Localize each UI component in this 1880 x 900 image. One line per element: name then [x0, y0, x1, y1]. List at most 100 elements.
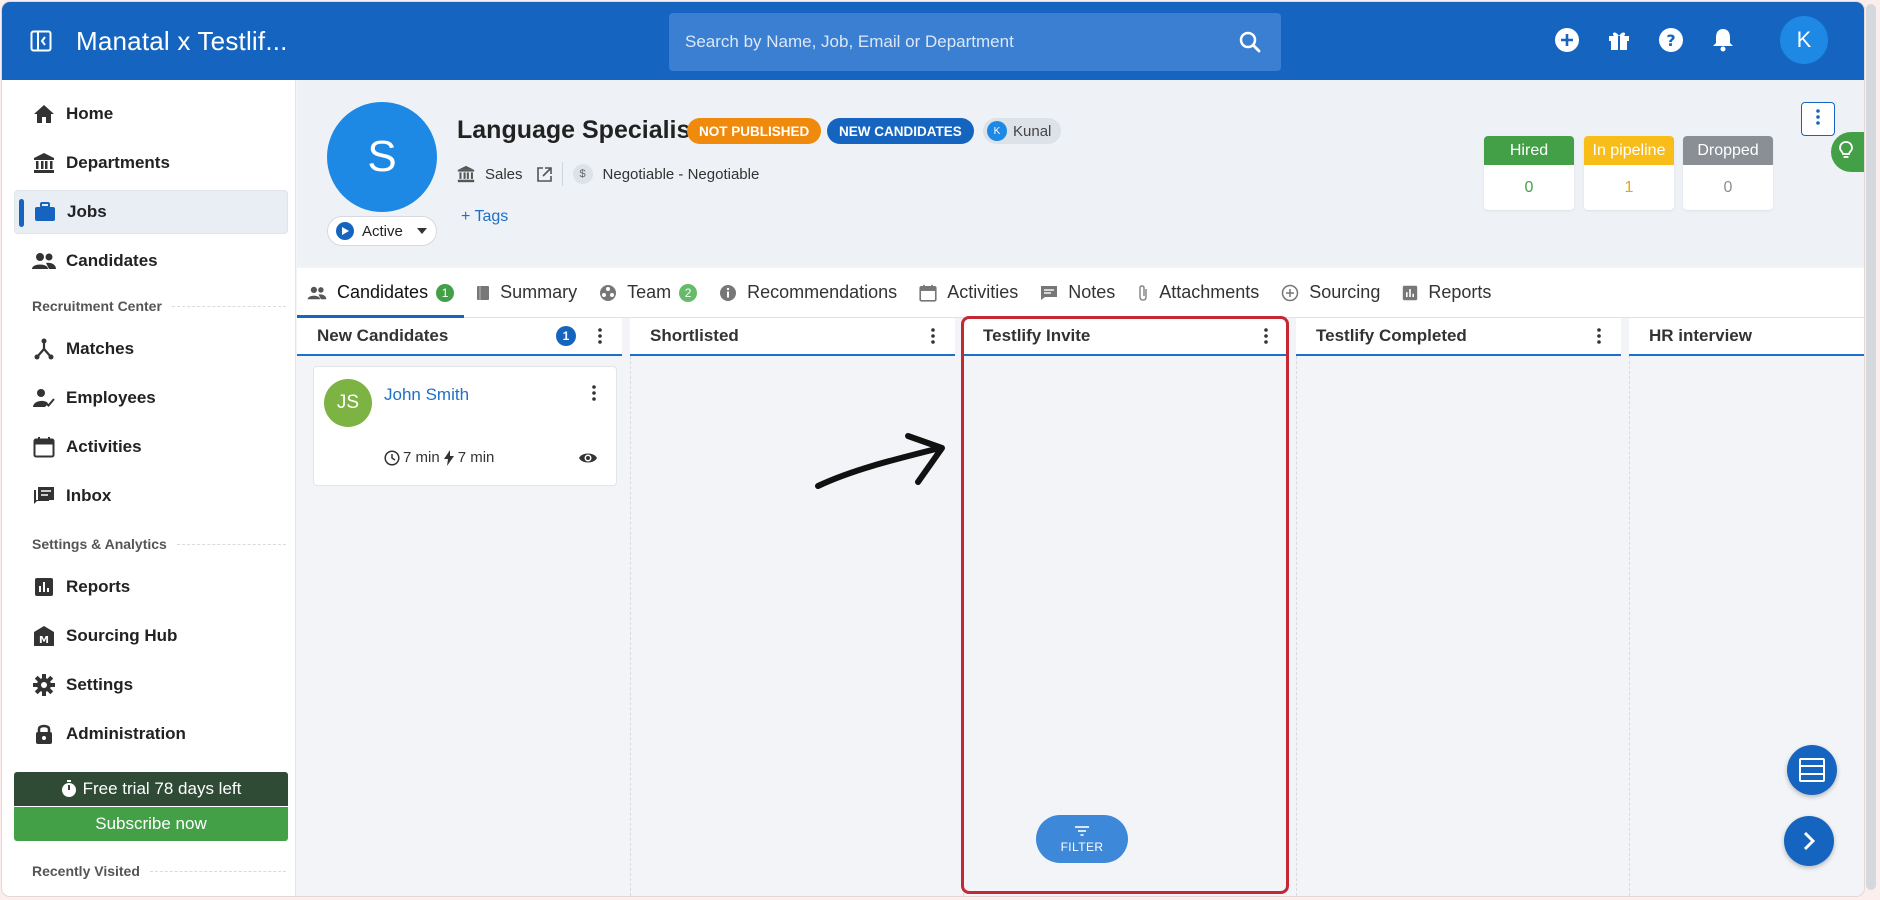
more-vert-icon[interactable]: [925, 328, 941, 344]
app-window: Manatal x Testlif... ? K: [2, 2, 1864, 896]
job-owner-chip[interactable]: K Kunal: [983, 118, 1062, 144]
tab-label: Sourcing: [1309, 282, 1381, 302]
sidebar-item-jobs[interactable]: Jobs: [14, 190, 288, 234]
more-vert-icon[interactable]: [1258, 328, 1274, 344]
next-button[interactable]: [1784, 816, 1834, 866]
home-icon: [32, 102, 56, 126]
caret-down-icon: [416, 228, 427, 234]
tab-reports[interactable]: Reports: [1392, 268, 1501, 318]
section-recruitment-center: Recruitment Center: [32, 298, 286, 314]
brand: Manatal x Testlif...: [26, 26, 288, 57]
job-options-button[interactable]: [1801, 102, 1835, 136]
column-hr-interview: HR interview: [1629, 318, 1864, 896]
stat-in-pipeline[interactable]: In pipeline 1: [1584, 136, 1674, 210]
job-tabs: Candidates 1 Summary Team 2 Recommendati…: [297, 268, 1864, 318]
column-header[interactable]: Shortlisted: [630, 318, 955, 356]
job-status-select[interactable]: Active: [327, 216, 437, 246]
lightbulb-button[interactable]: [1831, 132, 1864, 172]
column-header[interactable]: New Candidates 1: [297, 318, 622, 356]
filter-icon: [1074, 825, 1090, 837]
add-circle-icon[interactable]: [1552, 25, 1582, 55]
add-tags-button[interactable]: + Tags: [461, 208, 508, 226]
stat-value: 0: [1524, 178, 1534, 196]
sidebar-item-inbox[interactable]: Inbox: [14, 474, 288, 518]
section-settings-analytics: Settings & Analytics: [32, 536, 286, 552]
sidebar-item-home[interactable]: Home: [14, 92, 288, 136]
sidebar-item-administration[interactable]: Administration: [14, 712, 288, 756]
section-label-text: Recruitment Center: [32, 298, 162, 314]
subscribe-button[interactable]: Subscribe now: [14, 807, 288, 841]
job-title: Language Specialist: [457, 116, 699, 144]
tab-candidates[interactable]: Candidates 1: [297, 268, 465, 318]
column-header[interactable]: Testlify Invite: [963, 318, 1288, 356]
sidebar-item-candidates[interactable]: Candidates: [14, 239, 288, 283]
candidate-card[interactable]: JS John Smith 7 min 7 min: [313, 366, 617, 486]
gift-icon[interactable]: [1604, 25, 1634, 55]
search-icon[interactable]: [1235, 27, 1265, 57]
external-link-icon[interactable]: [536, 166, 552, 182]
tab-label: Team: [627, 282, 672, 302]
column-new-candidates: New Candidates 1 JS John Smith 7 min 7 m…: [297, 318, 622, 896]
eye-icon[interactable]: [578, 451, 598, 470]
search-input[interactable]: [685, 32, 1235, 52]
job-status-value: Active: [362, 222, 403, 240]
more-vert-icon: [1816, 108, 1820, 130]
app-title[interactable]: Manatal x Testlif...: [76, 26, 288, 57]
filter-button[interactable]: FILTER: [1036, 815, 1128, 863]
tab-label: Activities: [947, 282, 1019, 302]
sidebar-item-matches[interactable]: Matches: [14, 327, 288, 371]
sidebar-item-label: Matches: [66, 339, 135, 358]
column-count: 1: [556, 326, 576, 346]
tab-count: 2: [679, 283, 698, 302]
plus-circle-icon: [1281, 284, 1299, 302]
chevron-right-icon: [1802, 831, 1816, 851]
column-title: New Candidates: [317, 326, 449, 345]
team-icon: [599, 284, 617, 302]
not-published-badge[interactable]: NOT PUBLISHED: [687, 118, 822, 144]
job-header: S Active Language Specialist NOT PUBLISH…: [297, 80, 1864, 266]
window-scrollbar[interactable]: [1866, 4, 1876, 890]
tab-attachments[interactable]: Attachments: [1127, 268, 1269, 318]
candidate-name[interactable]: John Smith: [384, 385, 469, 405]
user-avatar[interactable]: K: [1780, 16, 1828, 64]
column-header[interactable]: Testlify Completed: [1296, 318, 1621, 356]
more-vert-icon[interactable]: [1591, 328, 1607, 344]
more-vert-icon[interactable]: [592, 385, 596, 406]
sidebar-item-activities[interactable]: Activities: [14, 425, 288, 469]
job-department[interactable]: Sales: [485, 166, 523, 183]
tab-label: Notes: [1068, 282, 1116, 302]
help-icon[interactable]: ?: [1656, 25, 1686, 55]
column-header[interactable]: HR interview: [1629, 318, 1864, 356]
sidebar-item-departments[interactable]: Departments: [14, 141, 288, 185]
tab-sourcing[interactable]: Sourcing: [1271, 268, 1390, 318]
employee-icon: [32, 386, 56, 410]
svg-text:?: ?: [1666, 31, 1675, 50]
column-title: Shortlisted: [650, 326, 739, 345]
sidebar-item-employees[interactable]: Employees: [14, 376, 288, 420]
svg-text:M: M: [39, 635, 49, 646]
people-icon: [307, 286, 327, 300]
more-vert-icon[interactable]: [592, 328, 608, 344]
section-recently-visited: Recently Visited: [32, 863, 286, 879]
stat-dropped[interactable]: Dropped 0: [1683, 136, 1773, 210]
sidebar-item-settings[interactable]: Settings: [14, 663, 288, 707]
inbox-icon: [32, 484, 56, 508]
bell-icon[interactable]: [1708, 25, 1738, 55]
sidebar-item-label: Reports: [66, 577, 131, 596]
tab-summary[interactable]: Summary: [466, 268, 587, 318]
stat-hired[interactable]: Hired 0: [1484, 136, 1574, 210]
tab-activities[interactable]: Activities: [909, 268, 1028, 318]
sidebar-item-reports[interactable]: Reports: [14, 565, 288, 609]
sidebar-item-sourcing-hub[interactable]: M Sourcing Hub: [14, 614, 288, 658]
new-candidates-badge[interactable]: NEW CANDIDATES: [827, 118, 974, 144]
sidebar-toggle-icon[interactable]: [26, 26, 56, 56]
column-shortlisted: Shortlisted: [630, 318, 955, 896]
section-label-text: Recently Visited: [32, 863, 140, 879]
matches-icon: [32, 337, 56, 361]
search-bar[interactable]: [669, 13, 1281, 71]
tab-team[interactable]: Team 2: [589, 268, 707, 318]
job-meta: Sales $ Negotiable - Negotiable: [457, 162, 759, 186]
tab-notes[interactable]: Notes: [1030, 268, 1125, 318]
view-toggle-button[interactable]: [1787, 745, 1837, 795]
tab-recommendations[interactable]: Recommendations: [709, 268, 907, 318]
